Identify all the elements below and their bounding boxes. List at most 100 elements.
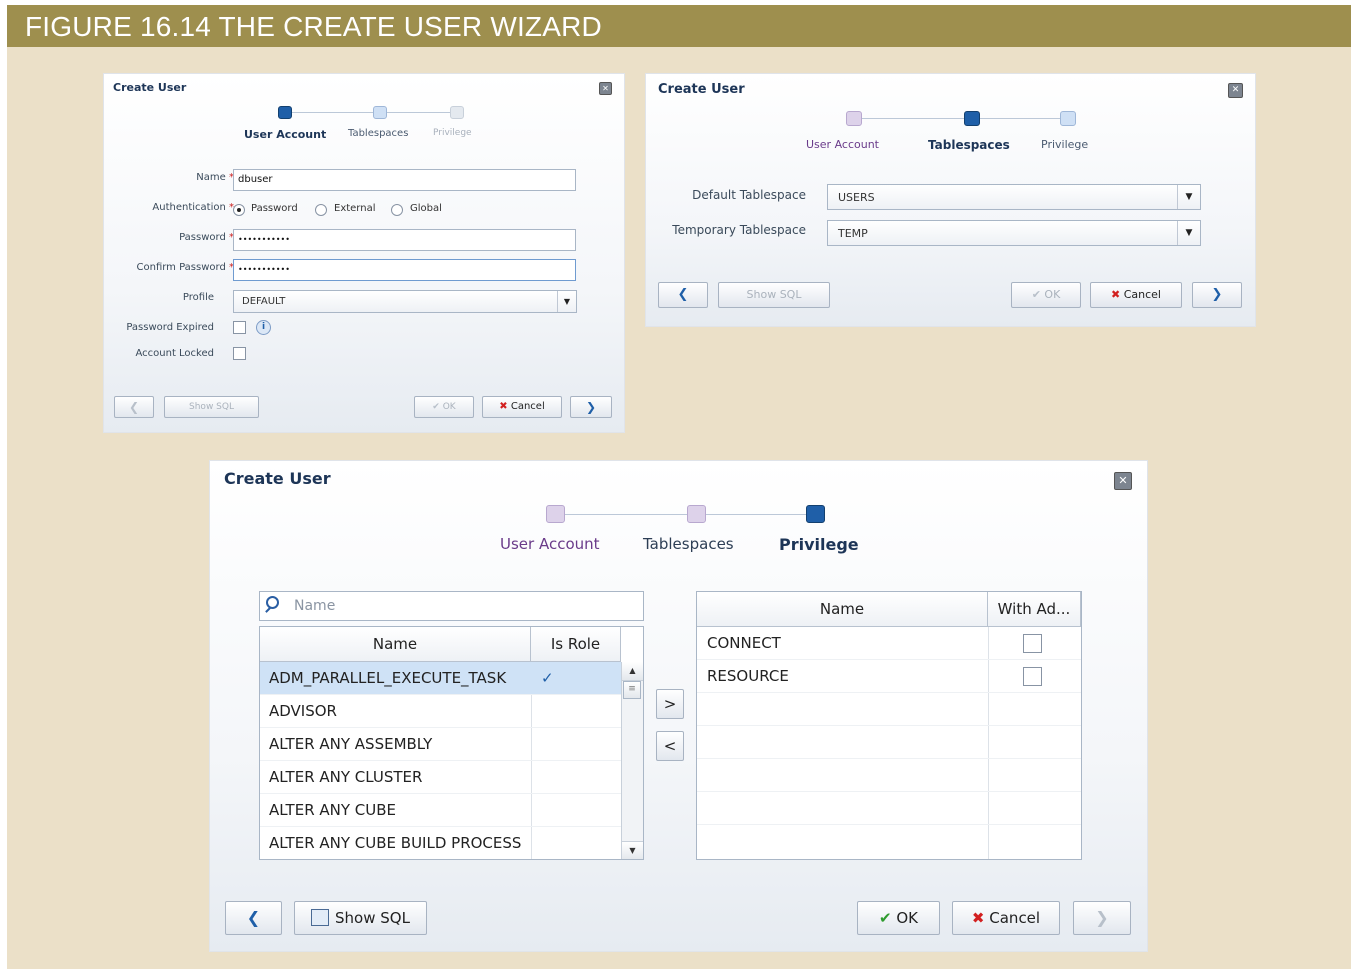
cancel-x-icon: ✖ [971,909,985,927]
step-tablespaces[interactable]: Tablespaces [348,128,408,139]
password-label: Password * [179,232,234,243]
show-sql-button[interactable]: Show SQL [718,282,830,308]
cancel-button[interactable]: ✖ Cancel [1090,282,1182,308]
granted-with-admin-header[interactable]: With Ad... [988,592,1081,627]
auth-password-label: Password [251,203,298,214]
auth-external-radio[interactable] [315,204,327,216]
granted-privilege-name: CONNECT [707,634,781,652]
chevron-down-icon[interactable]: ▼ [1177,221,1200,245]
step-user-account-icon[interactable] [546,505,565,523]
back-button[interactable]: ❮ [658,282,708,308]
chevron-down-icon[interactable]: ▼ [1177,185,1200,209]
available-is-role-header[interactable]: Is Role [531,627,621,662]
privilege-name: ALTER ANY CUBE [269,801,397,819]
profile-value: DEFAULT [242,296,286,307]
granted-name-header[interactable]: Name [697,592,988,627]
chevron-right-icon: ❯ [1211,287,1223,302]
profile-label: Profile [182,292,214,303]
table-row[interactable]: ALTER ANY ASSEMBLY [260,728,621,761]
close-icon[interactable]: ✕ [1228,83,1243,98]
create-user-dialog-account: Create User ✕ User Account Tablespaces P… [104,74,624,432]
table-row[interactable]: CONNECT [697,627,1081,660]
auth-password-radio[interactable] [233,204,245,216]
step-privilege-icon[interactable] [450,106,464,119]
cancel-button[interactable]: ✖ Cancel [482,396,562,418]
chevron-down-icon[interactable]: ▼ [557,291,576,312]
step-tablespaces[interactable]: Tablespaces [643,535,734,553]
info-icon[interactable]: i [256,320,271,335]
step-tablespaces-icon[interactable] [373,106,387,119]
account-locked-checkbox[interactable] [233,347,246,360]
with-admin-checkbox[interactable] [1023,634,1042,653]
authentication-label: Authentication * [152,202,234,213]
step-privilege[interactable]: Privilege [779,535,859,554]
ok-button[interactable]: ✔ OK [414,396,474,418]
default-tablespace-label: Default Tablespace [692,188,806,202]
vertical-scrollbar[interactable]: ▲ ≡ ▼ [621,662,643,859]
search-icon-handle [265,607,271,613]
back-button[interactable]: ❮ [225,901,282,935]
password-expired-label: Password Expired [126,322,214,333]
chevron-right-icon: ❯ [1095,908,1109,927]
step-user-account[interactable]: User Account [244,128,326,141]
step-privilege-icon[interactable] [1060,111,1076,126]
profile-select[interactable]: DEFAULT ▼ [233,290,577,313]
temporary-tablespace-label: Temporary Tablespace [672,223,806,237]
next-button[interactable]: ❯ [1192,282,1242,308]
step-user-account-icon[interactable] [846,111,862,126]
step-tablespaces-icon[interactable] [687,505,706,523]
show-sql-button[interactable]: Show SQL [294,901,427,935]
step-tablespaces-icon[interactable] [964,111,980,126]
dialog-title: Create User [113,81,187,94]
step-privilege-icon[interactable] [806,505,825,523]
step-privilege[interactable]: Privilege [1041,138,1088,151]
close-icon[interactable]: ✕ [1114,472,1132,490]
table-row[interactable]: ADVISOR [260,695,621,728]
is-role-check-icon: ✓ [541,669,554,687]
move-right-button[interactable]: > [656,689,684,719]
wizard-step-line [286,112,456,113]
password-expired-checkbox[interactable] [233,321,246,334]
step-user-account[interactable]: User Account [500,535,600,553]
show-sql-button[interactable]: Show SQL [164,396,259,418]
auth-global-label: Global [410,203,442,214]
next-button[interactable]: ❯ [570,396,612,418]
confirm-password-field[interactable]: ••••••••••• [233,259,576,281]
scroll-down-icon[interactable]: ▼ [622,841,643,859]
password-field[interactable]: ••••••••••• [233,229,576,251]
default-tablespace-select[interactable]: USERS ▼ [827,184,1201,210]
table-row[interactable]: RESOURCE [697,660,1081,693]
ok-button[interactable]: ✔ OK [1011,282,1081,308]
table-row[interactable]: ALTER ANY CLUSTER [260,761,621,794]
search-input[interactable]: Name [259,591,644,621]
name-field[interactable]: dbuser [233,169,576,191]
empty-row [697,693,1081,726]
privilege-name: ALTER ANY ASSEMBLY [269,735,433,753]
close-icon[interactable]: ✕ [599,82,612,95]
step-user-account-icon[interactable] [278,106,292,119]
dialog-title: Create User [224,469,331,488]
scroll-up-icon[interactable]: ▲ [622,662,643,681]
empty-row [697,792,1081,825]
empty-row [697,759,1081,792]
step-privilege[interactable]: Privilege [433,128,472,138]
move-left-button[interactable]: < [656,731,684,761]
with-admin-checkbox[interactable] [1023,667,1042,686]
granted-privilege-name: RESOURCE [707,667,789,685]
table-row[interactable]: ADM_PARALLEL_EXECUTE_TASK ✓ [260,662,621,695]
table-row[interactable]: ALTER ANY CUBE [260,794,621,827]
step-tablespaces[interactable]: Tablespaces [928,138,1010,152]
ok-button[interactable]: ✔ OK [857,901,940,935]
privilege-name: ALTER ANY CUBE BUILD PROCESS [269,834,522,852]
auth-global-radio[interactable] [391,204,403,216]
cancel-button[interactable]: ✖ Cancel [952,901,1060,935]
step-user-account[interactable]: User Account [806,138,879,151]
temporary-tablespace-select[interactable]: TEMP ▼ [827,220,1201,246]
table-row[interactable]: ALTER ANY CUBE BUILD PROCESS [260,827,621,859]
chevron-right-icon: ❯ [585,400,597,414]
next-button[interactable]: ❯ [1073,901,1131,935]
check-icon: ✔ [1031,288,1041,301]
available-name-header[interactable]: Name [260,627,531,662]
scroll-thumb[interactable]: ≡ [623,681,641,699]
back-button[interactable]: ❮ [114,396,154,418]
